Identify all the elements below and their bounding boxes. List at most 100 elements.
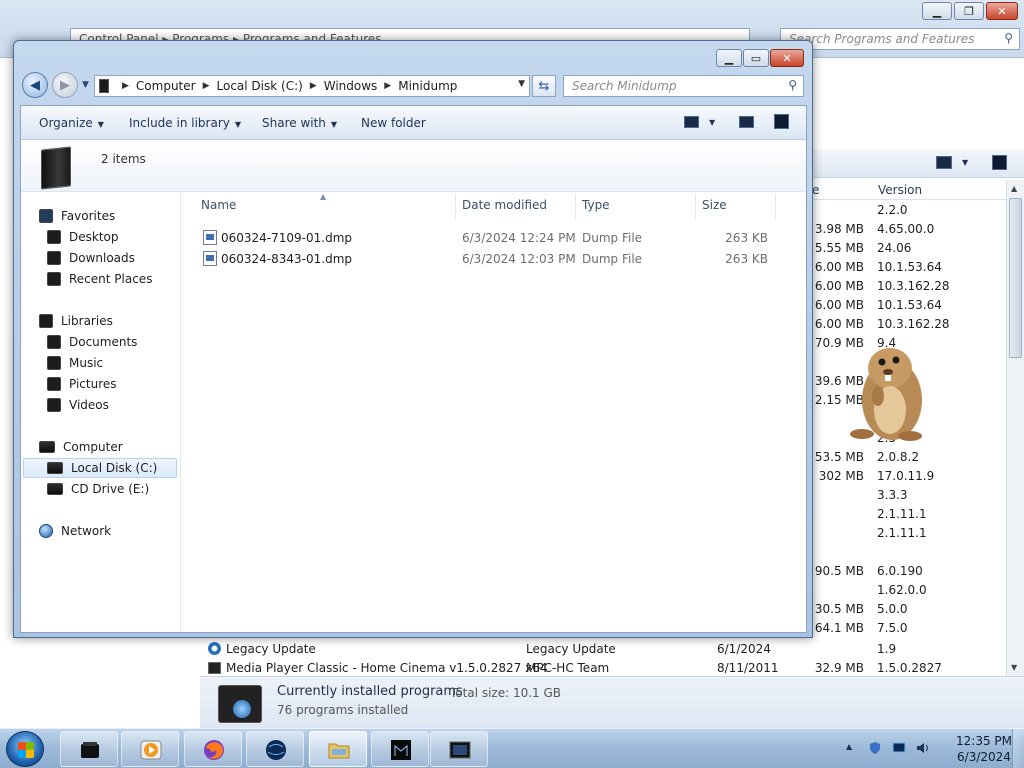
taskbar-firefox-button[interactable] <box>184 731 242 767</box>
organize-button[interactable]: Organize ▼ <box>39 116 104 130</box>
navigation-pane: Favorites Desktop Downloads Recent Place… <box>21 192 181 632</box>
explorer-window[interactable]: ▁ ▭ ✕ ◀ ▶ ▼ ▶ Computer ▶ Local Disk (C:)… <box>13 40 813 638</box>
forward-button[interactable]: ▶ <box>52 72 78 98</box>
version-cell: 17.0.11.9 <box>877 469 935 483</box>
folder-icon <box>328 743 350 759</box>
nav-desktop[interactable]: Desktop <box>47 227 119 247</box>
column-size[interactable]: Size <box>702 198 727 212</box>
system-tray: ▲ 12:35 PM 6/3/2024 <box>840 729 1024 768</box>
start-button[interactable] <box>6 731 44 767</box>
nav-recent-places[interactable]: Recent Places <box>47 269 152 289</box>
new-folder-button[interactable]: New folder <box>361 116 426 130</box>
nav-pictures[interactable]: Pictures <box>47 374 117 394</box>
version-cell: 10.1.53.64 <box>877 260 942 274</box>
column-divider[interactable] <box>775 194 776 220</box>
close-button[interactable]: ✕ <box>770 49 804 67</box>
cp-col-version[interactable]: Version <box>878 183 922 197</box>
file-date: 6/3/2024 12:03 PM <box>462 252 576 266</box>
chevron-right-icon[interactable]: ▶ <box>310 81 317 91</box>
scroll-down-icon[interactable]: ▼ <box>1011 663 1017 672</box>
version-cell: 2.1.11.1 <box>877 526 927 540</box>
nav-music[interactable]: Music <box>47 353 103 373</box>
search-icon[interactable]: ⚲ <box>1004 31 1013 45</box>
view-icon[interactable] <box>936 156 952 169</box>
include-in-library-button[interactable]: Include in library ▼ <box>129 116 241 130</box>
column-divider[interactable] <box>455 194 456 220</box>
cp-minimize-button[interactable]: ▁ <box>922 2 952 20</box>
shield-icon[interactable] <box>868 741 882 755</box>
file-name[interactable]: 060324-8343-01.dmp <box>221 252 352 266</box>
view-dropdown-icon[interactable]: ▼ <box>962 158 968 167</box>
version-cell: 3.3.3 <box>877 488 908 502</box>
publisher-cell: Legacy Update <box>526 642 616 656</box>
cp-scroll-thumb[interactable] <box>1009 198 1022 358</box>
network-icon[interactable] <box>892 741 906 755</box>
folder-icon <box>41 146 71 190</box>
address-bar[interactable]: ▶ Computer ▶ Local Disk (C:) ▶ Windows ▶… <box>94 75 530 97</box>
taskbar-explorer-button[interactable] <box>60 731 118 767</box>
taskbar-folder-button[interactable] <box>309 731 367 767</box>
chevron-right-icon[interactable]: ▶ <box>384 81 391 91</box>
nav-local-disk[interactable]: Local Disk (C:) <box>23 458 177 478</box>
refresh-button[interactable]: ⇆ <box>532 75 556 97</box>
minimize-button[interactable]: ▁ <box>716 49 742 67</box>
view-options-dropdown-icon[interactable]: ▼ <box>709 118 715 127</box>
taskbar-globe-button[interactable] <box>246 731 304 767</box>
taskbar-app-button[interactable] <box>371 731 429 767</box>
recent-pages-dropdown-icon[interactable]: ▼ <box>82 80 89 90</box>
change-view-icon[interactable] <box>684 116 699 128</box>
taskbar-media-player-button[interactable] <box>121 731 179 767</box>
nav-buttons: ◀ ▶ ▼ <box>22 71 92 99</box>
column-date-modified[interactable]: Date modified <box>462 198 547 212</box>
nav-downloads[interactable]: Downloads <box>47 248 135 268</box>
nav-documents[interactable]: Documents <box>47 332 137 352</box>
gopher-mascot[interactable] <box>848 338 928 442</box>
volume-icon[interactable] <box>916 741 930 755</box>
address-dropdown-icon[interactable]: ▼ <box>518 79 525 89</box>
size-cell: 302 MB <box>818 469 864 483</box>
share-with-button[interactable]: Share with ▼ <box>262 116 337 130</box>
show-hidden-icons-icon[interactable]: ▲ <box>846 742 852 751</box>
taskbar-window-button[interactable] <box>430 731 488 767</box>
version-cell: 4.65.00.0 <box>877 222 935 236</box>
list-item[interactable]: Legacy Update <box>208 642 316 656</box>
nav-cd-drive[interactable]: CD Drive (E:) <box>47 479 149 499</box>
back-button[interactable]: ◀ <box>22 72 48 98</box>
preview-pane-icon[interactable] <box>739 116 754 128</box>
cp-col-size[interactable]: e <box>812 183 819 197</box>
desktop-icon <box>47 230 61 244</box>
file-type: Dump File <box>582 231 643 245</box>
help-icon[interactable] <box>774 114 789 129</box>
help-icon[interactable] <box>992 155 1007 170</box>
maximize-button[interactable]: ▭ <box>743 49 769 67</box>
nav-favorites[interactable]: Favorites <box>39 206 115 226</box>
breadcrumb-computer[interactable]: Computer <box>136 79 196 93</box>
cp-search-input[interactable]: Search Programs and Features ⚲ <box>780 28 1020 50</box>
cp-close-button[interactable]: ✕ <box>986 2 1018 20</box>
column-divider[interactable] <box>575 194 576 220</box>
column-type[interactable]: Type <box>582 198 610 212</box>
search-icon[interactable]: ⚲ <box>788 78 797 92</box>
cp-vertical-scrollbar[interactable]: ▲ ▼ <box>1006 180 1024 676</box>
dump-file-icon <box>203 251 217 266</box>
list-item[interactable]: Media Player Classic - Home Cinema v1.5.… <box>208 661 547 675</box>
breadcrumb-local-disk[interactable]: Local Disk (C:) <box>217 79 303 93</box>
version-cell: 5.0.0 <box>877 602 908 616</box>
scroll-up-icon[interactable]: ▲ <box>1011 184 1017 193</box>
file-name[interactable]: 060324-7109-01.dmp <box>221 231 352 245</box>
show-desktop-button[interactable] <box>1012 729 1024 768</box>
chevron-right-icon[interactable]: ▶ <box>203 81 210 91</box>
nav-videos[interactable]: Videos <box>47 395 109 415</box>
refresh-icon: ⇆ <box>538 78 550 94</box>
breadcrumb-minidump[interactable]: Minidump <box>398 79 457 93</box>
cp-caption-buttons: ▁ ❐ ✕ <box>922 2 1018 20</box>
cp-restore-button[interactable]: ❐ <box>954 2 984 20</box>
breadcrumb-windows[interactable]: Windows <box>324 79 378 93</box>
chevron-right-icon[interactable]: ▶ <box>122 81 129 91</box>
nav-libraries[interactable]: Libraries <box>39 311 113 331</box>
column-name[interactable]: Name <box>201 198 236 212</box>
nav-computer[interactable]: Computer <box>39 437 123 457</box>
column-divider[interactable] <box>695 194 696 220</box>
nav-network[interactable]: Network <box>39 521 111 541</box>
search-input[interactable]: Search Minidump ⚲ <box>563 75 804 97</box>
